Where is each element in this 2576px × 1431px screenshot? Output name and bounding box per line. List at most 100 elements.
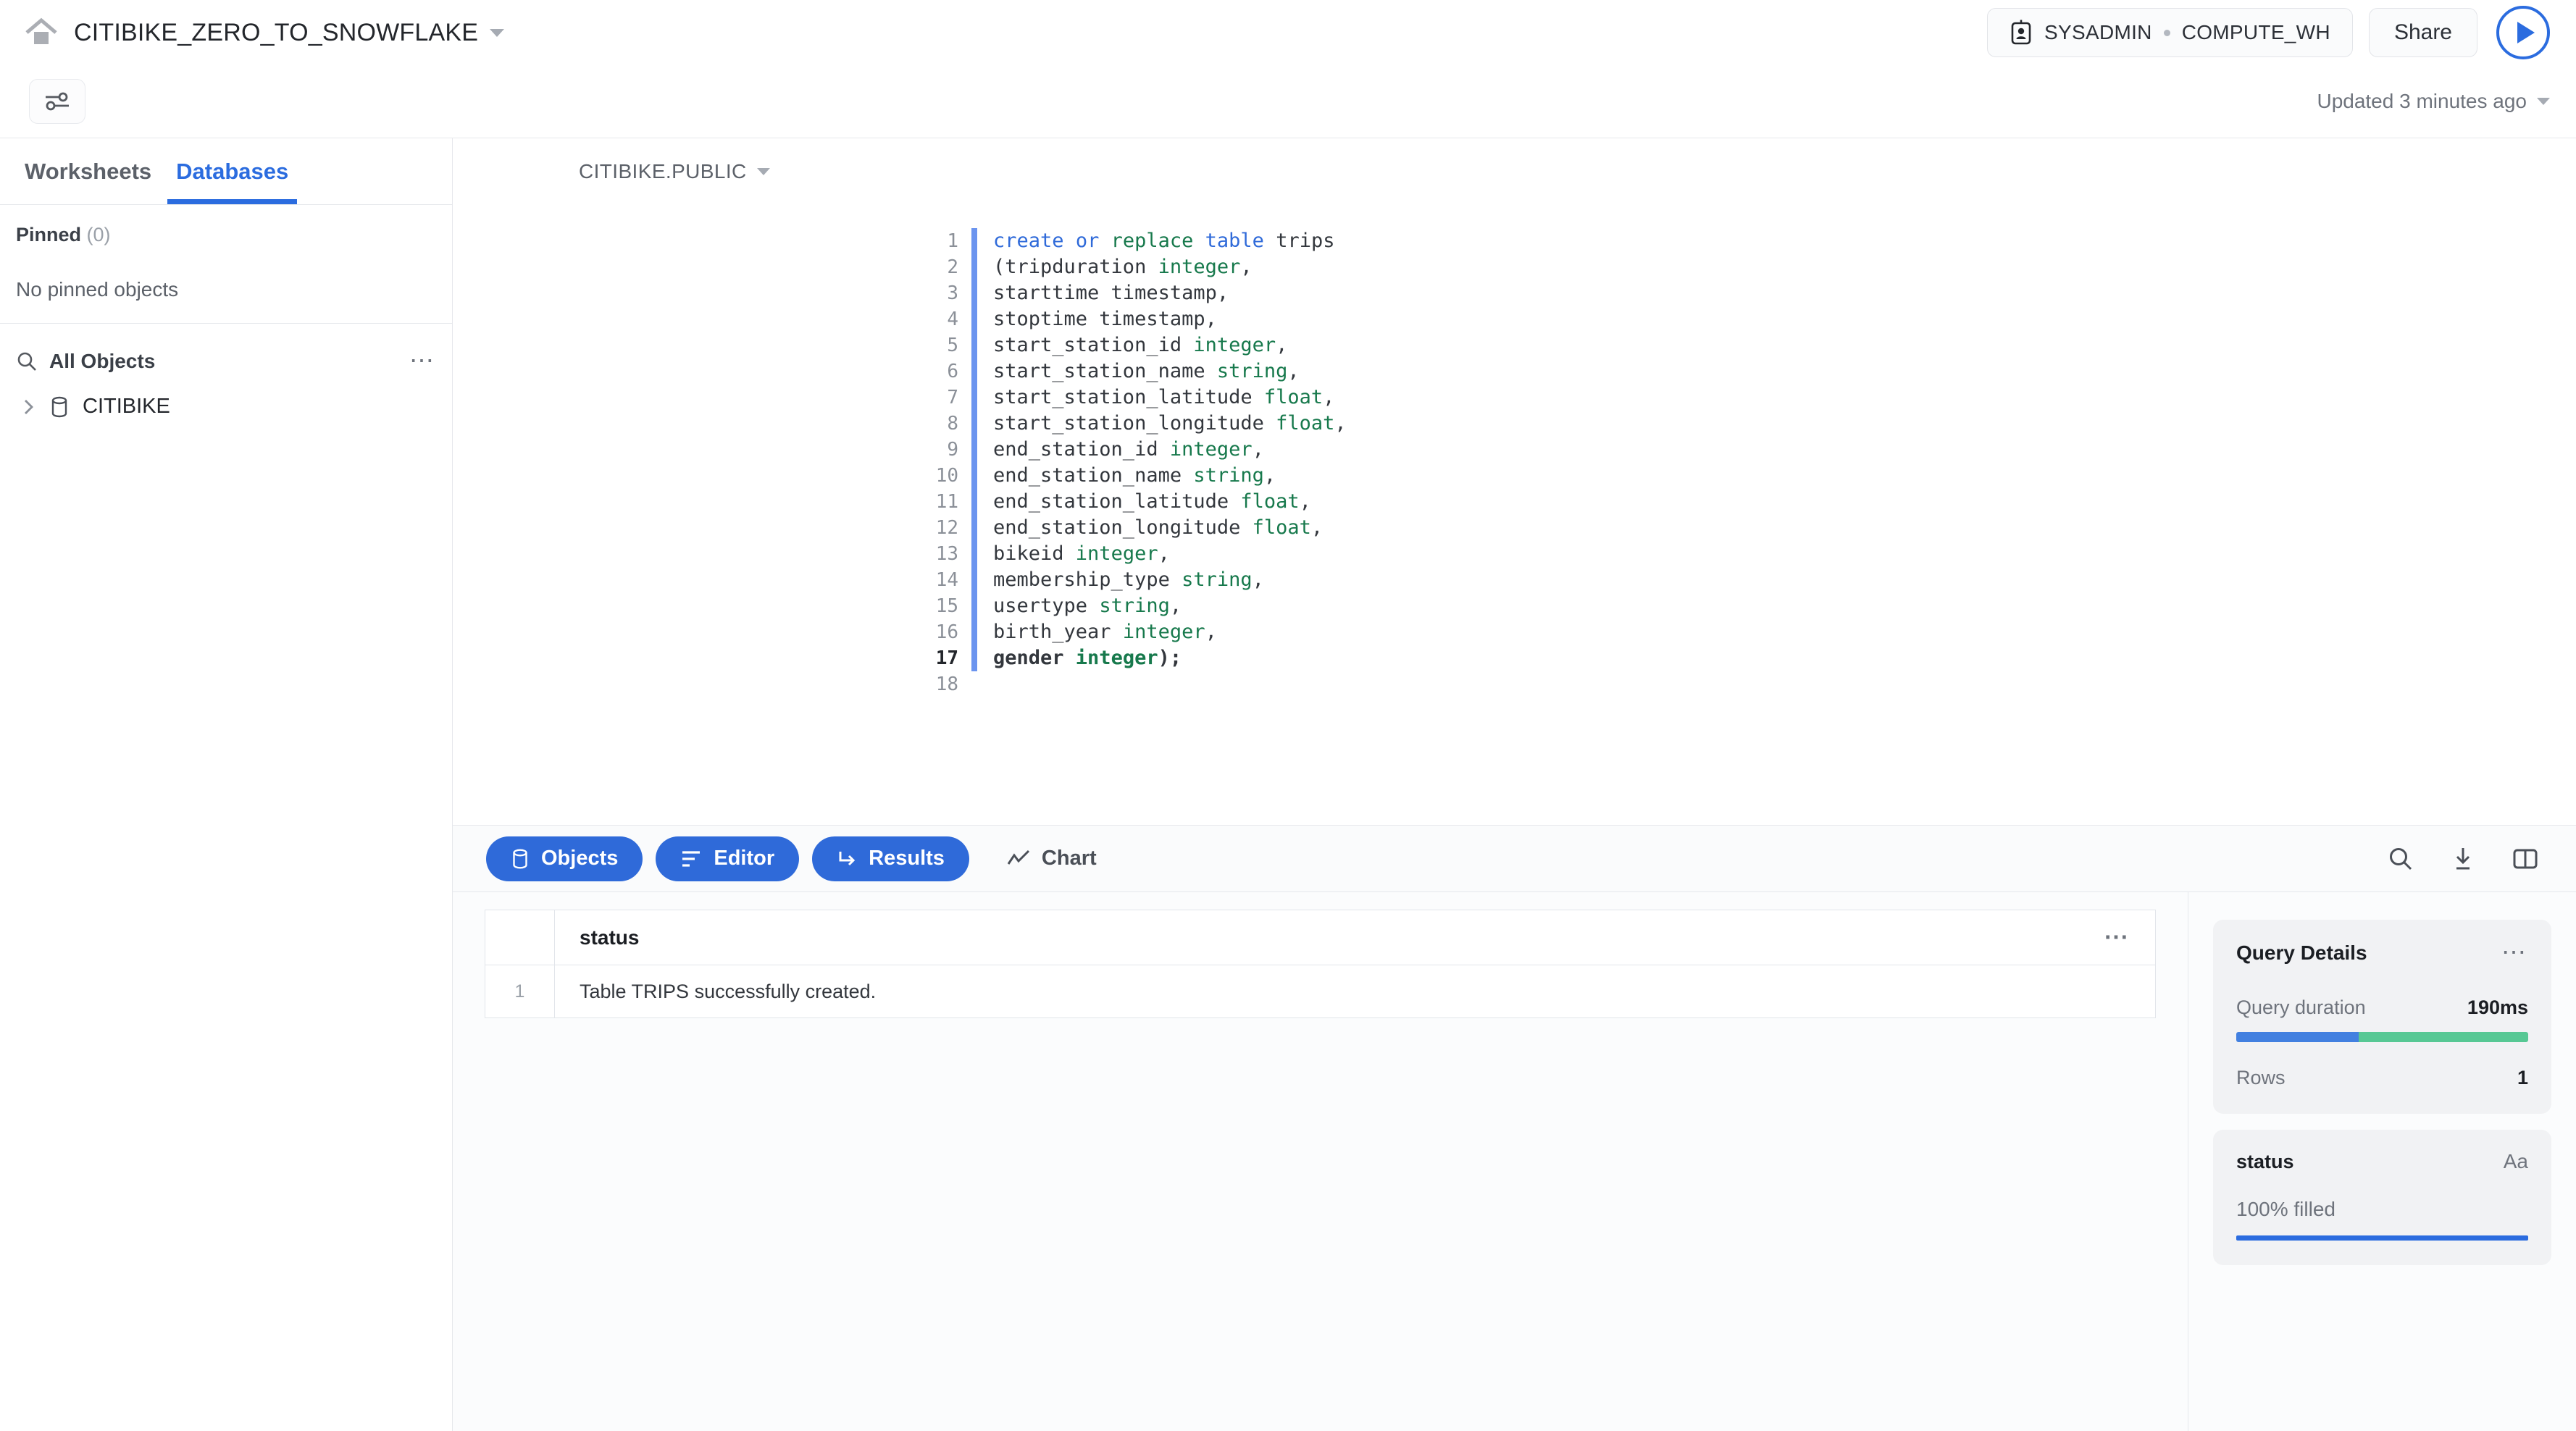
- ellipsis-icon[interactable]: ⋯: [2104, 925, 2130, 949]
- toggle-results[interactable]: Results: [812, 836, 969, 881]
- download-results-button[interactable]: [2438, 834, 2488, 884]
- code-token: usertype: [993, 595, 1100, 617]
- code-token: ,: [1263, 464, 1276, 487]
- chevron-right-icon[interactable]: [22, 397, 36, 417]
- code-token: integer: [1075, 542, 1158, 565]
- rows-label: Rows: [2236, 1067, 2286, 1088]
- editor-context-bar: CITIBIKE.PUBLIC: [453, 138, 2576, 205]
- code-token: (tripduration: [993, 256, 1158, 278]
- chevron-down-icon[interactable]: [2537, 98, 2550, 105]
- toggle-editor-label: Editor: [714, 847, 775, 870]
- code-line[interactable]: start_station_latitude float,: [993, 385, 2576, 411]
- line-number: 1: [947, 230, 958, 252]
- code-token: float: [1240, 490, 1300, 513]
- code-line[interactable]: start_station_name string,: [993, 358, 2576, 385]
- code-line[interactable]: membership_type string,: [993, 567, 2576, 593]
- toggle-chart-label: Chart: [1041, 847, 1097, 870]
- pinned-header: Pinned (0): [0, 224, 452, 246]
- column-type-badge: Aa: [2503, 1150, 2528, 1172]
- code-token: bikeid: [993, 542, 1076, 565]
- editor-code-content[interactable]: create or replace table trips (tripdurati…: [977, 228, 2576, 825]
- code-token: string: [1216, 360, 1288, 382]
- column-header-status[interactable]: status: [555, 910, 1371, 965]
- code-line[interactable]: end_station_id integer,: [993, 437, 2576, 463]
- line-number: 7: [947, 387, 958, 408]
- all-objects-label: All Objects: [49, 350, 156, 372]
- line-number: 9: [947, 439, 958, 461]
- all-objects-row[interactable]: All Objects ⋯: [0, 324, 452, 373]
- code-line[interactable]: create or replace table trips: [993, 228, 2576, 254]
- code-token: ,: [1252, 438, 1264, 461]
- tab-databases[interactable]: Databases: [167, 138, 298, 204]
- code-line[interactable]: start_station_id integer,: [993, 332, 2576, 358]
- code-token: create: [993, 230, 1064, 252]
- filters-button[interactable]: [29, 79, 85, 124]
- tree-item-citibike[interactable]: CITIBIKE: [0, 373, 452, 419]
- code-line[interactable]: stoptime timestamp,: [993, 306, 2576, 332]
- ellipsis-icon[interactable]: ⋯: [409, 349, 436, 373]
- code-line[interactable]: gender integer);: [993, 645, 2576, 671]
- code-line[interactable]: (tripduration integer,: [993, 254, 2576, 280]
- code-token: integer: [1169, 438, 1253, 461]
- code-line[interactable]: starttime timestamp,: [993, 280, 2576, 306]
- share-button[interactable]: Share: [2368, 8, 2477, 57]
- code-token: string: [1099, 595, 1170, 617]
- results-grid-area: status ⋯ 1 Table TRIPS successfully crea…: [453, 892, 2188, 1431]
- line-number: 18: [935, 673, 958, 695]
- code-token: replace: [1111, 230, 1194, 252]
- split-panel-button[interactable]: [2501, 834, 2550, 884]
- rows-value: 1: [2517, 1067, 2528, 1088]
- column-stat-name: status: [2236, 1151, 2294, 1172]
- query-duration-value: 190ms: [2467, 996, 2528, 1018]
- tab-worksheets[interactable]: Worksheets: [16, 138, 160, 204]
- results-table-menu[interactable]: ⋯: [2079, 910, 2155, 965]
- query-details-header: Query Details ⋯: [2236, 941, 2528, 965]
- code-line[interactable]: end_station_name string,: [993, 463, 2576, 489]
- toggle-editor[interactable]: Editor: [656, 836, 800, 881]
- code-token: ,: [1287, 360, 1300, 382]
- code-token: integer: [1075, 647, 1158, 669]
- role-label: SYSADMIN: [2044, 21, 2152, 43]
- sidebar-tabs: Worksheets Databases: [0, 138, 452, 205]
- home-icon[interactable]: [19, 10, 64, 55]
- code-token: end_station_name: [993, 464, 1194, 487]
- query-duration-label: Query duration: [2236, 996, 2366, 1018]
- code-line[interactable]: end_station_longitude float,: [993, 515, 2576, 541]
- bottom-panel: Objects Editor Results Chart status ⋯ 1 …: [453, 825, 2576, 1431]
- table-row[interactable]: 1 Table TRIPS successfully created.: [485, 965, 2155, 1017]
- toggle-objects[interactable]: Objects: [486, 836, 643, 881]
- database-schema-selector[interactable]: CITIBIKE.PUBLIC: [579, 160, 747, 183]
- chevron-down-icon[interactable]: [756, 168, 770, 175]
- pinned-count: (0): [86, 224, 111, 246]
- code-token: ,: [1158, 542, 1170, 565]
- code-token: integer: [1158, 256, 1241, 278]
- cell-status[interactable]: Table TRIPS successfully created.: [555, 981, 2155, 1003]
- results-search-button[interactable]: [2376, 834, 2425, 884]
- body-container: Worksheets Databases Pinned (0) No pinne…: [0, 138, 2576, 1431]
- code-line[interactable]: [993, 671, 2576, 697]
- statement-highlight-bar: [971, 228, 977, 671]
- code-line[interactable]: bikeid integer,: [993, 541, 2576, 567]
- ellipsis-icon[interactable]: ⋯: [2501, 941, 2528, 965]
- results-table: status ⋯ 1 Table TRIPS successfully crea…: [485, 910, 2156, 1018]
- worksheet-title[interactable]: CITIBIKE_ZERO_TO_SNOWFLAKE: [74, 19, 478, 47]
- code-line[interactable]: end_station_latitude float,: [993, 489, 2576, 515]
- toggle-chart[interactable]: Chart: [982, 836, 1121, 881]
- chevron-down-icon[interactable]: [490, 28, 505, 37]
- code-line[interactable]: usertype string,: [993, 593, 2576, 619]
- role-warehouse-selector[interactable]: SYSADMIN COMPUTE_WH: [1987, 8, 2353, 57]
- main-panel: CITIBIKE.PUBLIC 1 2 3 4 5 6 7 8 9 10 11 12 13 14 15 16 1…: [453, 138, 2576, 1431]
- line-number: 17: [935, 647, 958, 669]
- code-token: trips: [1263, 230, 1335, 252]
- code-line[interactable]: start_station_longitude float,: [993, 411, 2576, 437]
- arrow-return-icon: [837, 849, 857, 869]
- code-line[interactable]: birth_year integer,: [993, 619, 2576, 645]
- run-query-button[interactable]: [2496, 6, 2550, 59]
- query-duration-row: Query duration 190ms: [2236, 996, 2528, 1019]
- code-token: integer: [1122, 621, 1205, 643]
- sql-editor[interactable]: 1 2 3 4 5 6 7 8 9 10 11 12 13 14 15 16 17 18 create or re…: [453, 205, 2576, 825]
- code-token: start_station_latitude: [993, 386, 1264, 408]
- code-token: ,: [1299, 490, 1311, 513]
